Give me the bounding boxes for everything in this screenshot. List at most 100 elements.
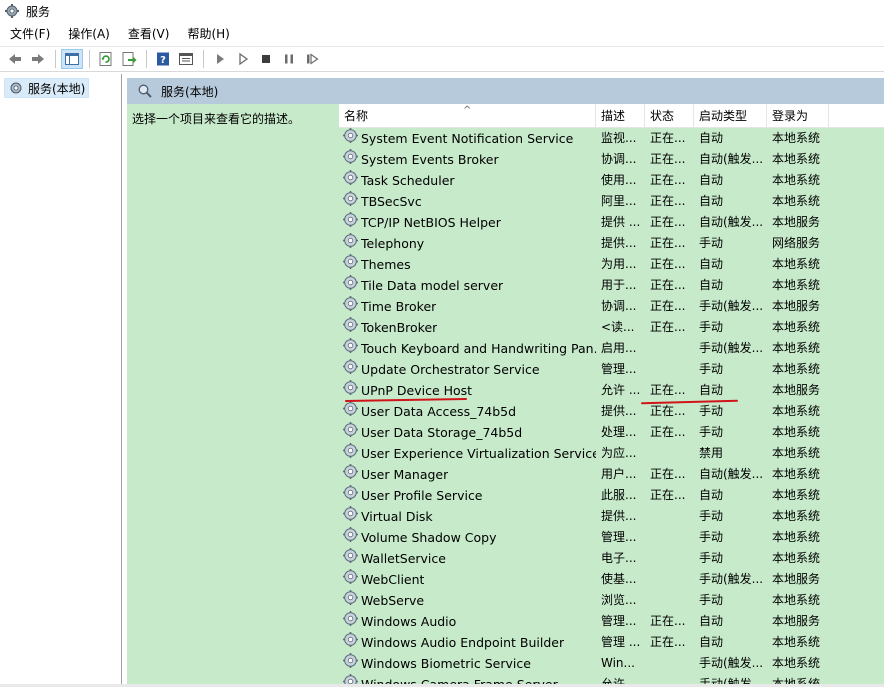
service-startup-type: 手动(触发...: [699, 299, 764, 313]
content-pane: 服务(本地) 选择一个项目来查看它的描述。 名称 ^ 描述 状态 启动类型 登录…: [127, 78, 884, 687]
service-gear-icon: [342, 527, 361, 548]
service-gear-icon: [342, 170, 361, 191]
service-startup-type: 自动: [699, 635, 724, 649]
column-header-startup-type[interactable]: 启动类型: [694, 104, 767, 128]
service-name-cell: Touch Keyboard and Handwriting Pan...: [339, 338, 596, 359]
service-name: WebServe: [361, 593, 425, 608]
service-log-on-as: 本地系统: [772, 488, 821, 502]
service-startup-type: 自动: [699, 257, 724, 271]
service-status: 正在...: [650, 404, 686, 418]
service-status: 正在...: [650, 320, 686, 334]
help-button[interactable]: ?: [152, 49, 174, 69]
service-gear-icon: [342, 359, 361, 380]
service-name: WalletService: [361, 551, 446, 566]
service-description: <读...: [601, 320, 635, 334]
service-row[interactable]: Task Scheduler 使用... 正在... 自动 本地系统: [339, 170, 884, 191]
service-log-on-as: 本地系统: [772, 257, 821, 271]
service-name-cell: Tile Data model server: [339, 275, 596, 296]
service-gear-icon: [342, 506, 361, 527]
service-description: 此服...: [601, 488, 637, 502]
stop-service-button[interactable]: [255, 49, 277, 69]
tree-item-label: 服务(本地): [28, 81, 86, 96]
service-log-on-as: 本地系统: [772, 446, 821, 460]
service-gear-icon: [342, 464, 361, 485]
service-status: [645, 338, 694, 359]
service-row[interactable]: User Profile Service 此服... 正在... 自动 本地系统: [339, 485, 884, 506]
service-status: 正在...: [650, 194, 686, 208]
service-startup-type: 自动: [699, 614, 724, 628]
service-log-on-as: 本地系统: [772, 467, 821, 481]
menu-action[interactable]: 操作(A): [58, 24, 118, 44]
service-gear-icon: [342, 275, 361, 296]
column-header-description[interactable]: 描述: [596, 104, 645, 128]
service-gear-icon: [342, 590, 361, 611]
menu-file[interactable]: 文件(F): [0, 24, 58, 44]
service-row[interactable]: User Data Access_74b5d 提供... 正在... 手动 本地系统: [339, 401, 884, 422]
service-row[interactable]: Windows Audio Endpoint Builder 管理 ... 正在..…: [339, 632, 884, 653]
service-row[interactable]: User Data Storage_74b5d 处理... 正在... 手动 本地系统: [339, 422, 884, 443]
service-status: 正在...: [650, 467, 686, 481]
service-status: 正在...: [650, 299, 686, 313]
service-gear-icon: [342, 128, 361, 149]
service-row[interactable]: WalletService 电子... 手动 本地系统: [339, 548, 884, 569]
service-status: 正在...: [650, 635, 686, 649]
start-service-button[interactable]: [209, 49, 231, 69]
description-pane: 选择一个项目来查看它的描述。: [127, 104, 339, 687]
service-startup-type: 自动(触发...: [699, 152, 764, 166]
service-name-cell: Update Orchestrator Service: [339, 359, 596, 380]
menu-help[interactable]: 帮助(H): [177, 24, 237, 44]
column-header-name[interactable]: 名称 ^: [339, 104, 596, 128]
service-description: 使用...: [601, 173, 637, 187]
properties-button[interactable]: [175, 49, 197, 69]
service-row[interactable]: Touch Keyboard and Handwriting Pan... 启用.…: [339, 338, 884, 359]
service-startup-type: 手动: [699, 530, 724, 544]
service-row[interactable]: User Manager 用户... 正在... 自动(触发... 本地系统: [339, 464, 884, 485]
service-row[interactable]: Time Broker 协调... 正在... 手动(触发... 本地服务: [339, 296, 884, 317]
pause-service-button[interactable]: [278, 49, 300, 69]
service-name-cell: Themes: [339, 254, 596, 275]
service-description: 电子...: [601, 551, 637, 565]
service-row[interactable]: TCP/IP NetBIOS Helper 提供 ... 正在... 自动(触发...…: [339, 212, 884, 233]
service-row[interactable]: Tile Data model server 用于... 正在... 自动 本地系统: [339, 275, 884, 296]
service-row[interactable]: WebClient 使基... 手动(触发... 本地服务: [339, 569, 884, 590]
export-list-button[interactable]: [118, 49, 140, 69]
service-description: 浏览...: [601, 593, 637, 607]
gear-icon: [5, 4, 19, 18]
forward-button[interactable]: [27, 49, 49, 69]
service-row[interactable]: Telephony 提供... 正在... 手动 网络服务: [339, 233, 884, 254]
service-row[interactable]: Themes 为用... 正在... 自动 本地系统: [339, 254, 884, 275]
column-header-log-on-as[interactable]: 登录为: [767, 104, 829, 128]
column-header-status[interactable]: 状态: [645, 104, 694, 128]
service-row[interactable]: Windows Biometric Service Win... 手动(触发... 本…: [339, 653, 884, 674]
service-row[interactable]: TBSecSvc 阿里... 正在... 自动 本地系统: [339, 191, 884, 212]
menu-view[interactable]: 查看(V): [118, 24, 178, 44]
service-name-cell: Windows Audio Endpoint Builder: [339, 632, 596, 653]
service-row[interactable]: TokenBroker <读... 正在... 手动 本地系统: [339, 317, 884, 338]
service-row[interactable]: Volume Shadow Copy 管理... 手动 本地系统: [339, 527, 884, 548]
service-name: TokenBroker: [361, 320, 438, 335]
service-row[interactable]: Virtual Disk 提供... 手动 本地系统: [339, 506, 884, 527]
service-row[interactable]: Update Orchestrator Service 管理... 手动 本地系统: [339, 359, 884, 380]
service-row[interactable]: System Events Broker 协调... 正在... 自动(触发... 本地…: [339, 149, 884, 170]
back-button[interactable]: [4, 49, 26, 69]
service-status: [645, 506, 694, 527]
service-log-on-as: 本地系统: [772, 509, 821, 523]
service-name: Task Scheduler: [361, 173, 455, 188]
service-gear-icon: [342, 548, 361, 569]
tree-item-services-local[interactable]: 服务(本地): [4, 78, 90, 98]
start-service-alt-button[interactable]: [232, 49, 254, 69]
service-row[interactable]: Windows Audio 管理... 正在... 自动 本地服务: [339, 611, 884, 632]
refresh-button[interactable]: [95, 49, 117, 69]
restart-service-button[interactable]: [301, 49, 323, 69]
service-name: WebClient: [361, 572, 425, 587]
service-startup-type: 自动(触发...: [699, 215, 764, 229]
service-row[interactable]: System Event Notification Service 监视... 正在…: [339, 128, 884, 149]
service-description: 管理...: [601, 614, 637, 628]
console-tree-icon: [65, 53, 79, 65]
service-log-on-as: 本地系统: [772, 173, 821, 187]
service-row[interactable]: WebServe 浏览... 手动 本地系统: [339, 590, 884, 611]
service-log-on-as: 本地系统: [772, 194, 821, 208]
show-console-tree-button[interactable]: [61, 49, 83, 69]
service-row[interactable]: User Experience Virtualization Service 为应…: [339, 443, 884, 464]
service-log-on-as: 本地系统: [772, 362, 821, 376]
